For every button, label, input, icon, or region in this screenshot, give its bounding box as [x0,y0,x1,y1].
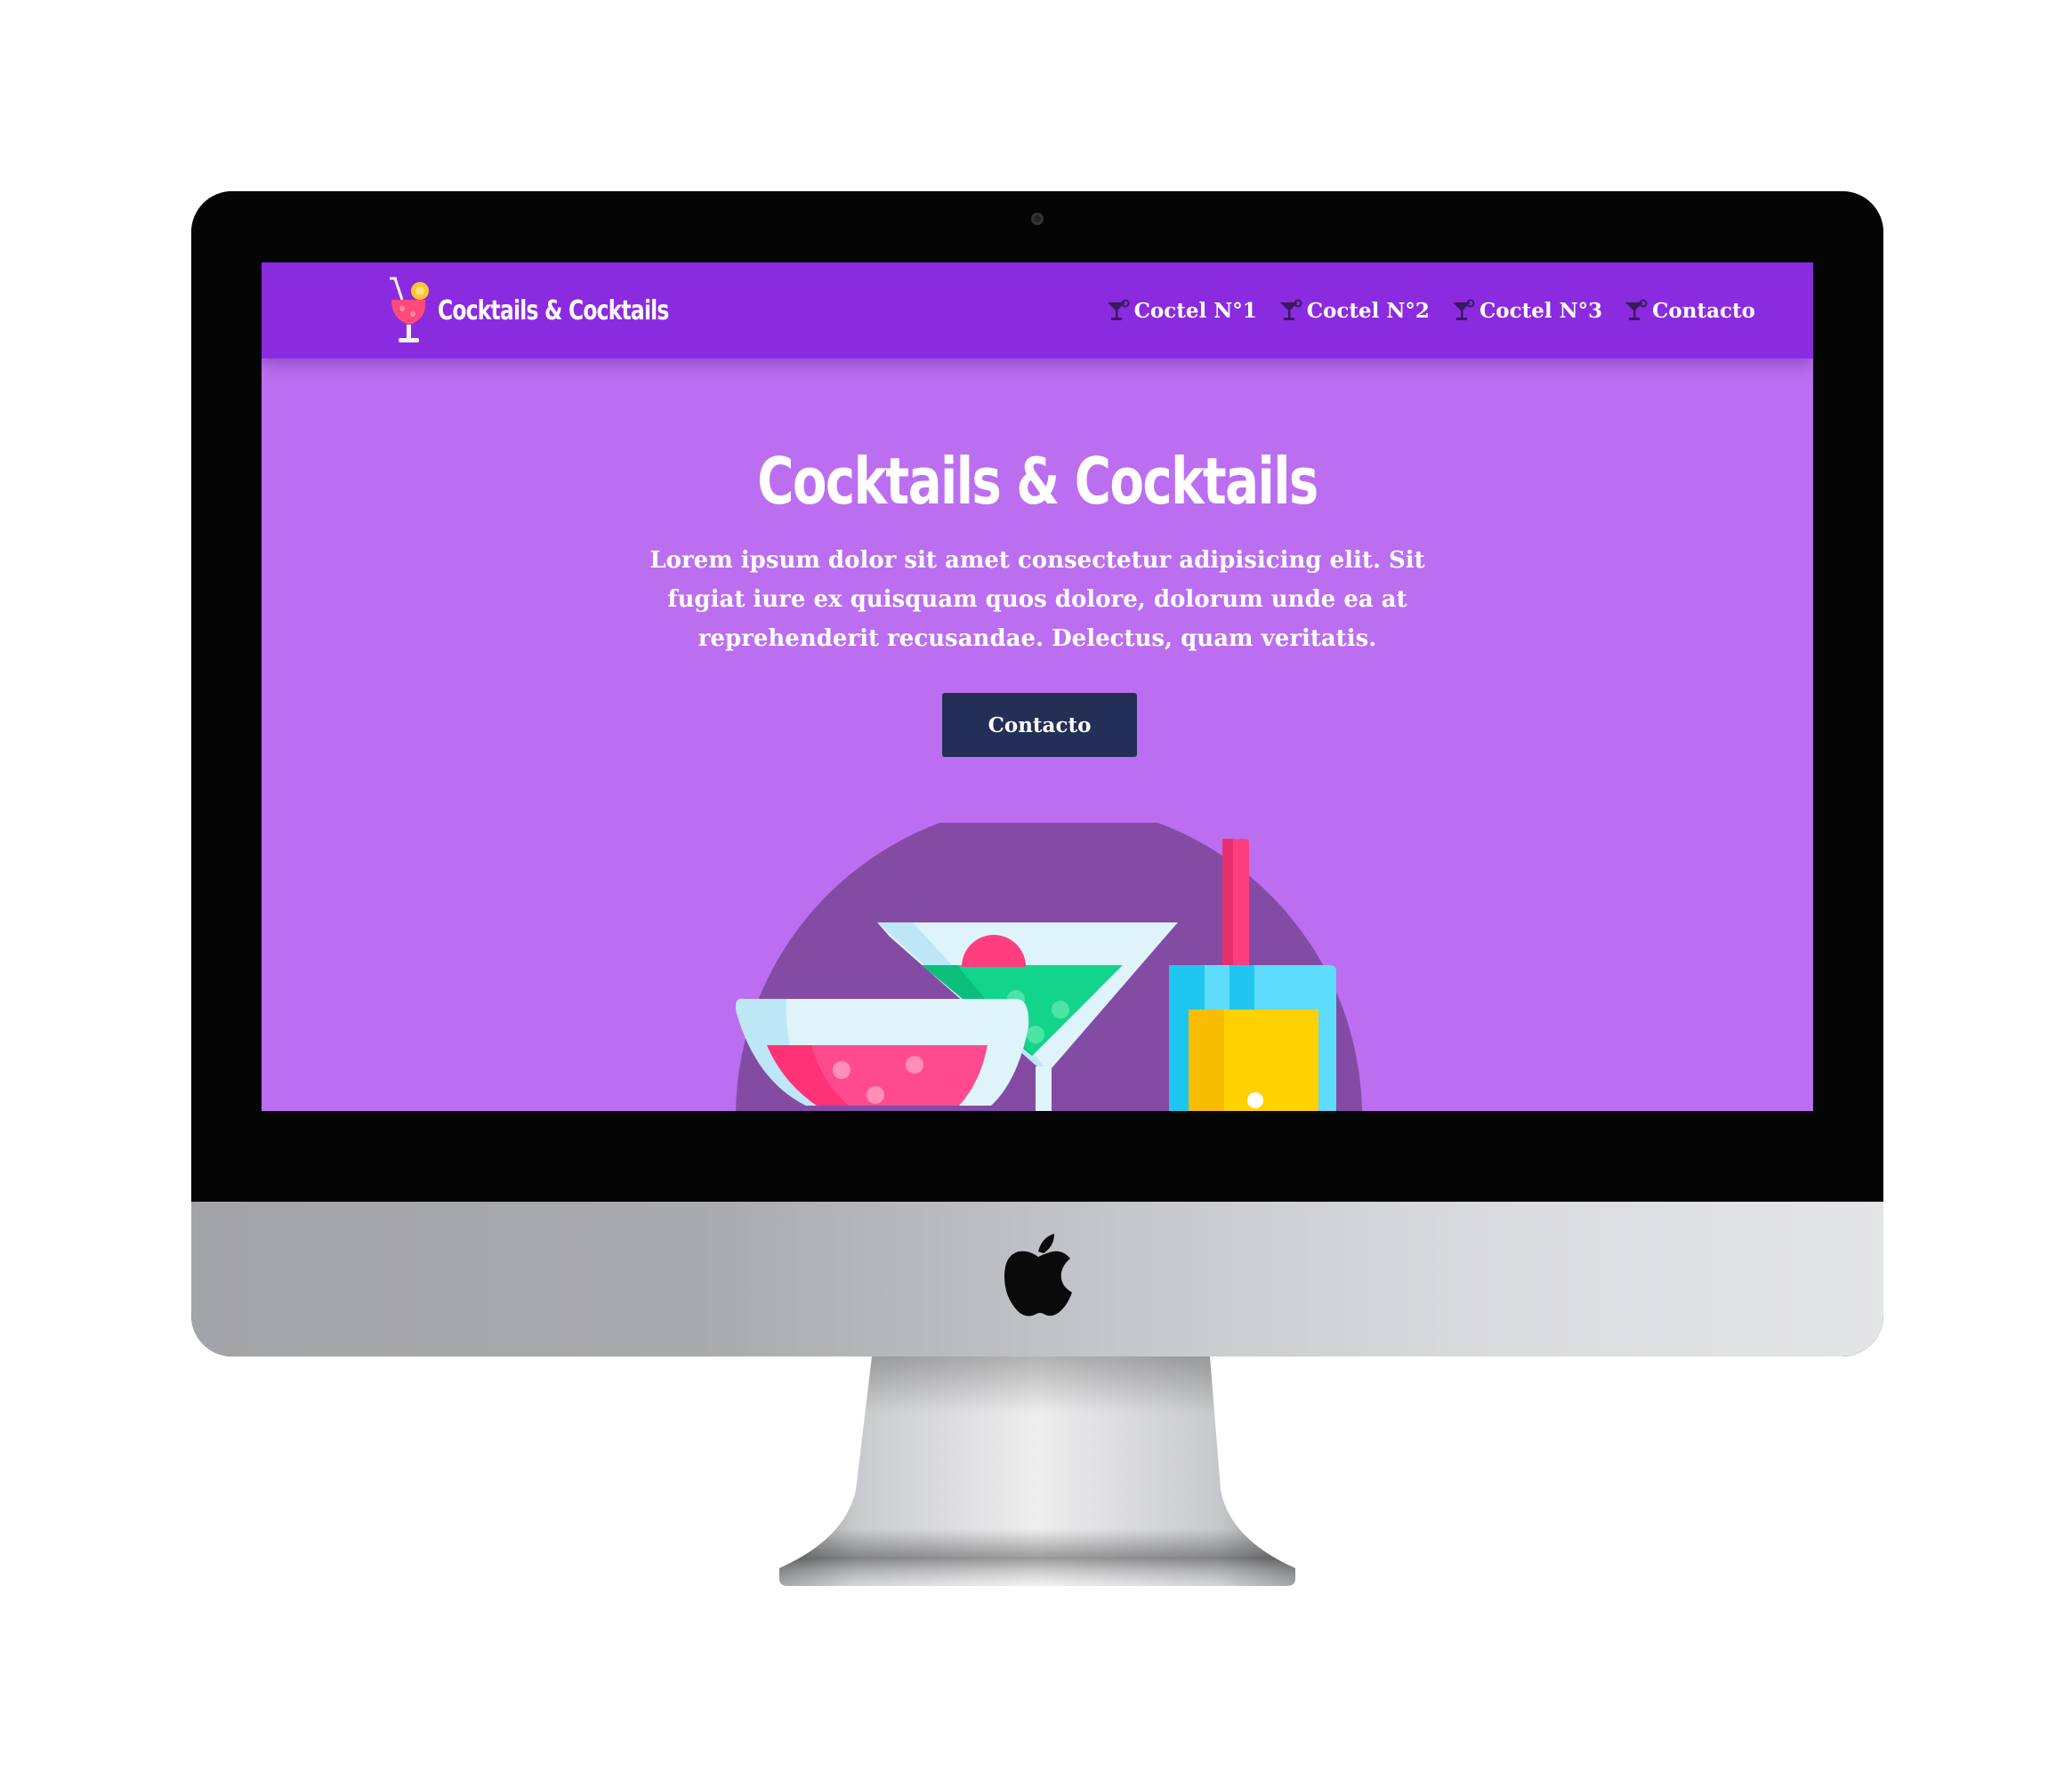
contact-button[interactable]: Contacto [942,693,1137,757]
monitor-stand [779,1356,1295,1586]
hero-section: Cocktails & Cocktails Lorem ipsum dolor … [262,358,1813,1111]
brand-link[interactable]: Cocktails & Cocktails [386,275,734,346]
browser-viewport: Cocktails & Cocktails Coctel N°1 Coctel … [262,262,1813,1111]
site-navbar: Cocktails & Cocktails Coctel N°1 Coctel … [262,262,1813,358]
cocktails-illustration [736,823,1362,1111]
cocktail-glass-icon [1107,299,1130,320]
imac-monitor: Cocktails & Cocktails Coctel N°1 Coctel … [191,191,1883,1356]
cocktail-glass-icon [1279,299,1302,320]
mockup-stage: Cocktails & Cocktails Coctel N°1 Coctel … [0,0,2072,1779]
cocktail-glass-icon [1625,299,1648,320]
apple-logo-icon [1004,1234,1072,1316]
hero-description: Lorem ipsum dolor sit amet consectetur a… [649,547,1425,652]
nav-item-contacto[interactable]: Contacto [1624,299,1755,323]
main-nav: Coctel N°1 Coctel N°2 Coctel N°3 Contact… [1106,262,1755,358]
nav-label: Coctel N°1 [1133,298,1257,323]
nav-item-coctel-3[interactable]: Coctel N°3 [1451,299,1602,323]
nav-label: Contacto [1652,298,1755,323]
cocktail-glass-icon [1452,299,1475,320]
nav-item-coctel-2[interactable]: Coctel N°2 [1278,299,1430,323]
nav-label: Coctel N°2 [1306,298,1430,323]
brand-name: Cocktails & Cocktails [438,294,669,326]
cocktail-logo-icon [390,277,429,342]
nav-item-coctel-1[interactable]: Coctel N°1 [1106,299,1257,323]
screen-bezel: Cocktails & Cocktails Coctel N°1 Coctel … [191,191,1883,1202]
webcam-icon [1031,213,1044,225]
hero-title: Cocktails & Cocktails [757,444,1318,519]
nav-label: Coctel N°3 [1479,298,1603,323]
